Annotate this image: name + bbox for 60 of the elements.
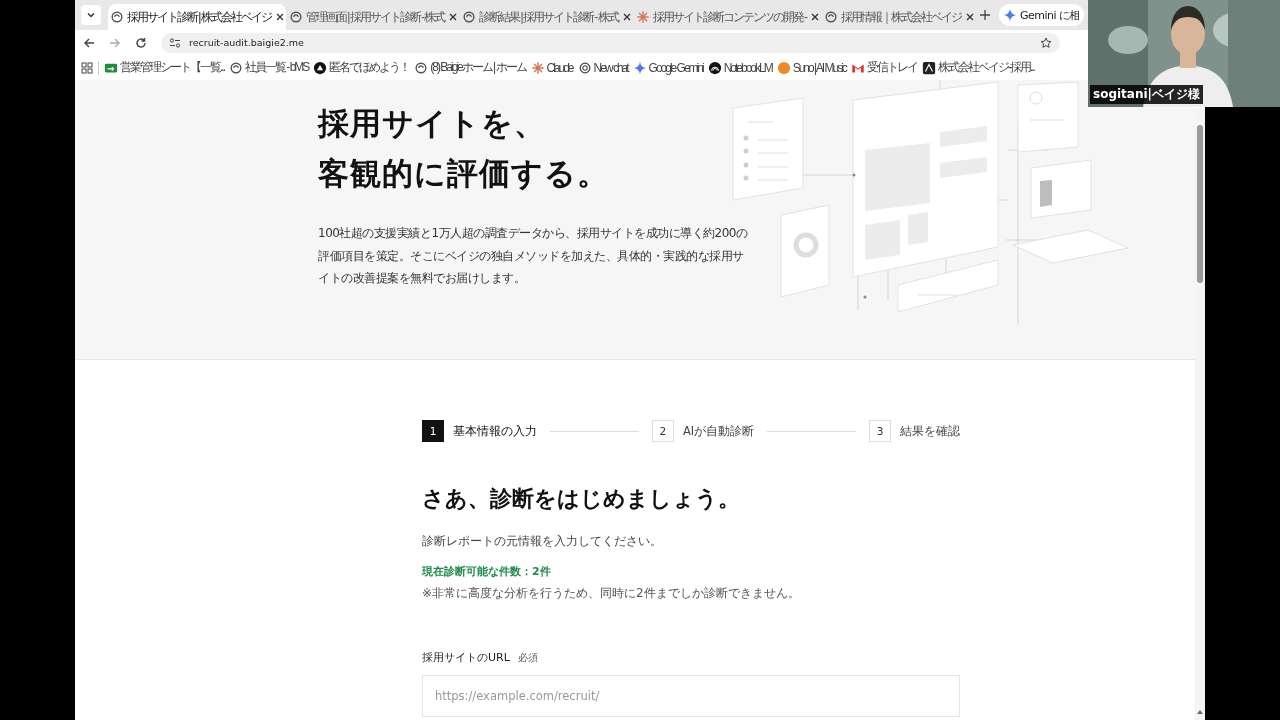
form-note: ※非常に高度な分析を行うため、同時に2件までしか診断できません。 — [422, 585, 801, 602]
step-label: 基本情報の入力 — [453, 423, 537, 439]
address-bar[interactable]: recruit-audit.baigie2.me — [161, 32, 1060, 53]
star-icon[interactable] — [1040, 36, 1052, 49]
knot-icon — [577, 60, 592, 75]
back-icon[interactable] — [83, 36, 95, 49]
bookmark[interactable]: New chat — [577, 60, 628, 75]
form-heading: さあ、診断をはじめましょう。 — [422, 484, 741, 513]
ring-icon — [462, 10, 477, 24]
waves-icon — [707, 60, 722, 75]
form-intro: 診断レポートの元情報を入力してください。 — [422, 533, 663, 550]
hero-description: 100社超の支援実績と1万人超の調査データから、採用サイトを成功に導く約200の評価項目を策定。そこにベイジの独自メソッドを加えた、具体的・実践的な採用サイトの改善提案を無料でお届けします。 — [318, 225, 748, 287]
close-icon[interactable] — [811, 13, 820, 21]
new-tab-icon[interactable] — [980, 10, 991, 20]
field-label: 採用サイトのURL — [422, 650, 510, 665]
browser-tab[interactable]: 採用情報｜株式会社ベイジ — [822, 4, 977, 30]
bookmark[interactable]: Claude — [530, 60, 573, 75]
ring-icon — [229, 60, 243, 75]
ring-icon — [414, 60, 429, 75]
scrollbar-drawing[interactable] — [1195, 108, 1205, 720]
hero-title: 採用サイトを、 客観的に評価する。 — [318, 104, 610, 193]
bookmark[interactable]: (8) Baigieホーム | ホーム — [414, 59, 526, 76]
starburst-icon — [635, 10, 650, 24]
square-logo-icon — [921, 60, 936, 75]
bookmark[interactable]: 社員一覧 - bMS — [229, 59, 309, 76]
ring-icon — [288, 10, 303, 24]
dot-icon — [776, 60, 791, 75]
availability-count: 現在診断可能な件数：2件 — [422, 564, 552, 579]
tab-list-button[interactable] — [81, 5, 101, 25]
required-label: 必須 — [517, 651, 538, 665]
browser-tab[interactable]: 管理画面 | 採用サイト診断 - 株式 — [286, 4, 460, 30]
url-input-field[interactable]: https://example.com/recruit/ — [422, 675, 960, 717]
reload-icon[interactable] — [135, 36, 147, 49]
site-settings-icon[interactable] — [169, 36, 181, 49]
browser-tab[interactable]: 診断結果 | 採用サイト診断 - 株式 — [460, 4, 633, 30]
bookmark[interactable]: 受信トレイ — [850, 59, 917, 76]
bookmark[interactable]: 株式会社ベイジ-採用... — [921, 59, 1034, 76]
starburst-icon — [530, 60, 545, 75]
ring-icon — [824, 10, 839, 24]
bookmark[interactable]: 営業管理シート【一覧... — [104, 59, 224, 76]
chevron-down-icon — [86, 10, 96, 20]
ring-icon — [110, 10, 124, 24]
step-number: 1 — [422, 420, 444, 442]
close-icon[interactable] — [622, 13, 631, 21]
bookmark[interactable]: 匿名でほめよう！ — [313, 59, 410, 76]
step-label: AIが自動診断 — [682, 423, 755, 439]
browser-tab[interactable]: 採用サイト診断コンテンツの開発 - — [633, 4, 822, 30]
bookmark[interactable]: Suno | AI Music — [776, 60, 846, 75]
close-icon[interactable] — [966, 13, 975, 21]
browser-tab[interactable]: 採用サイト診断 | 株式会社ベイジ — [108, 4, 286, 30]
gemini-button[interactable]: Gemini に相 — [998, 4, 1084, 26]
step-label: 結果を確認 — [900, 423, 960, 439]
participant-name: sogitani|ベイジ様 — [1090, 85, 1203, 104]
apps-grid-icon[interactable] — [81, 61, 93, 74]
close-icon[interactable] — [449, 13, 458, 21]
step-number: 3 — [869, 420, 891, 442]
bookmark[interactable]: Google Gemini — [632, 60, 703, 75]
bookmark[interactable]: NotebookLM — [707, 60, 772, 75]
step-number: 2 — [651, 420, 674, 442]
close-icon[interactable] — [275, 13, 284, 21]
